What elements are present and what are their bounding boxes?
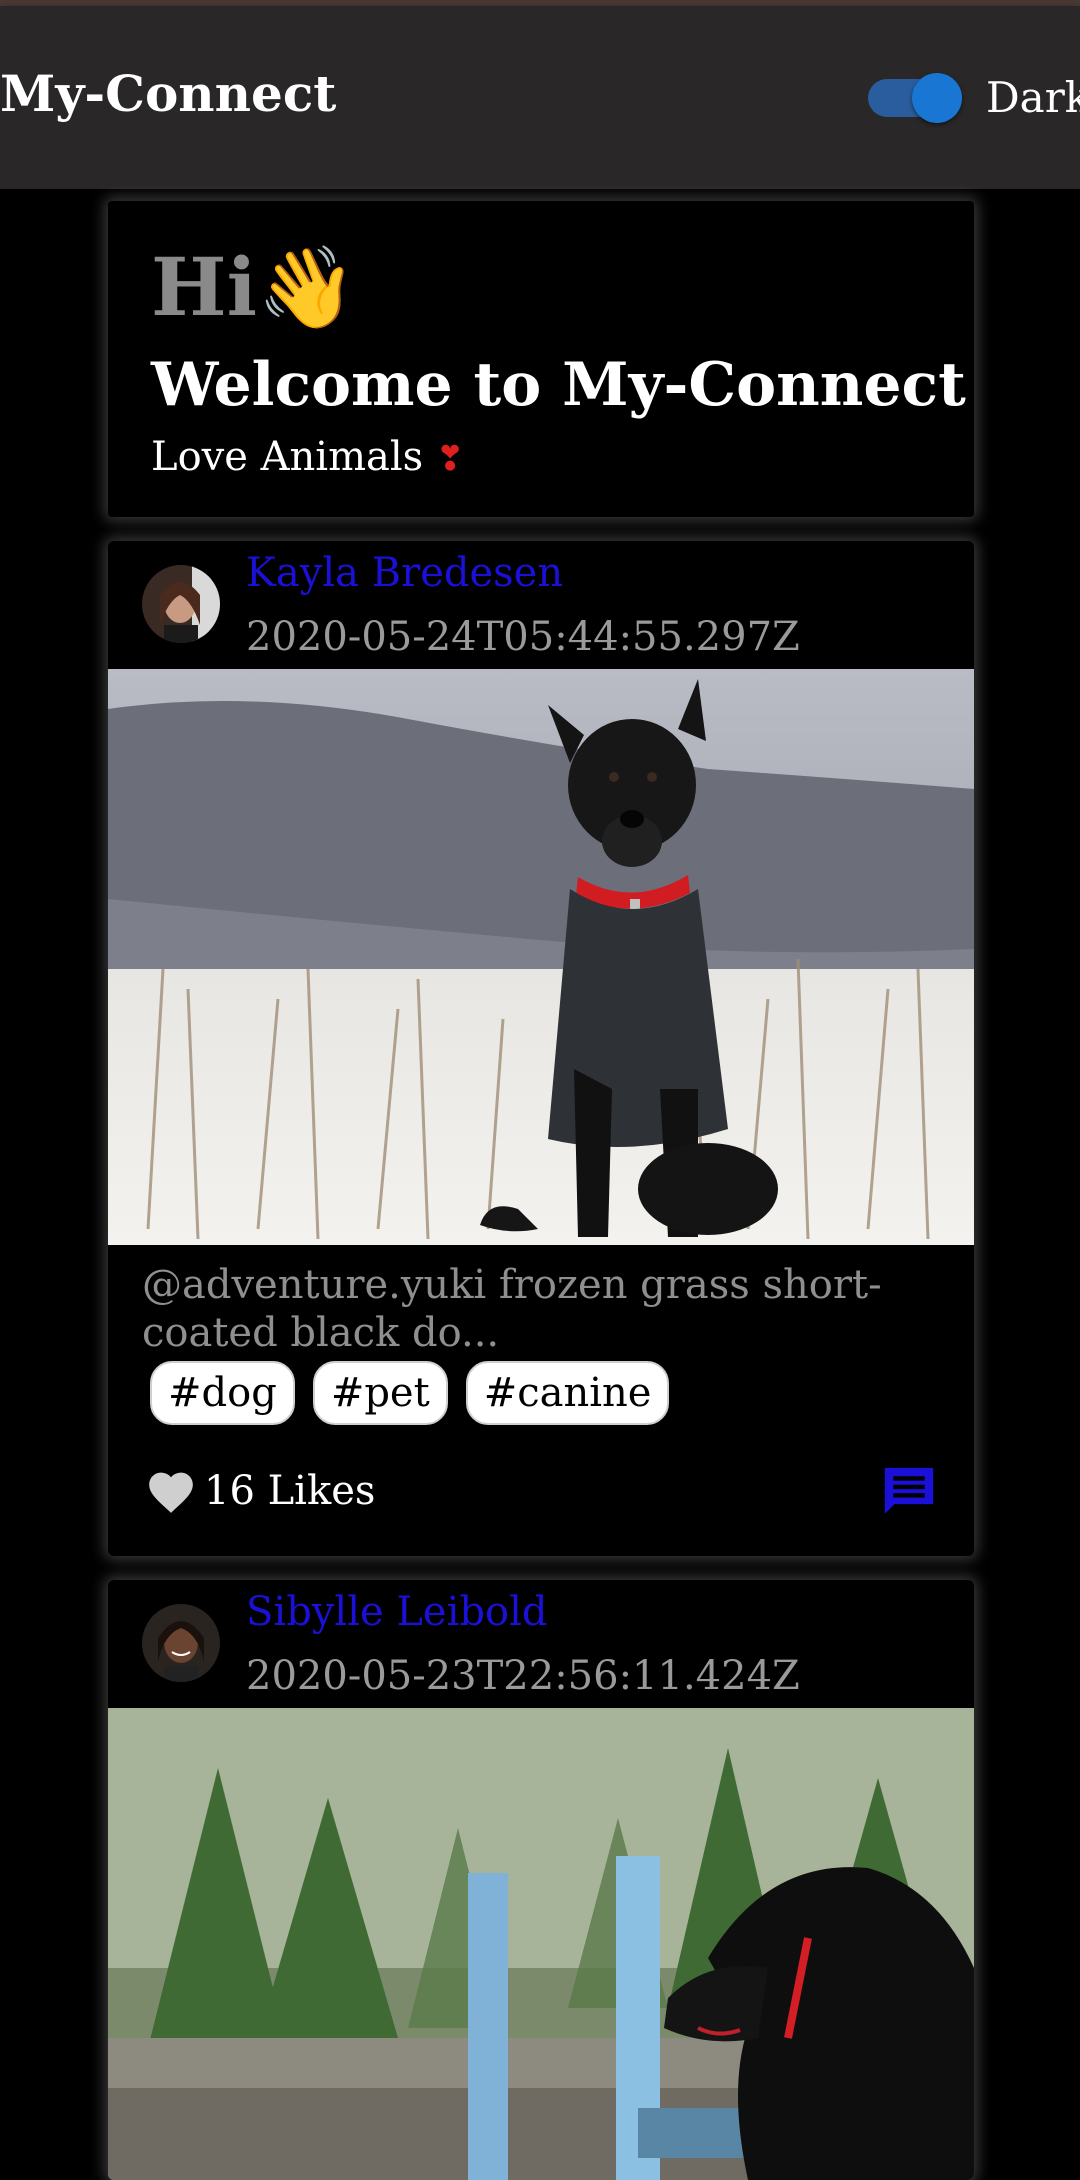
- welcome-card: Hi👋 Welcome to My-Connect Love Animals ❣: [108, 201, 974, 517]
- welcome-subtitle: Love Animals ❣: [151, 429, 464, 487]
- tag-chip[interactable]: #dog: [150, 1361, 295, 1425]
- dog-in-snow-photo: [108, 669, 974, 1245]
- avatar[interactable]: [142, 565, 220, 643]
- welcome-title: Welcome to My-Connect: [151, 350, 966, 420]
- heart-icon[interactable]: [144, 1467, 198, 1515]
- comment-icon[interactable]: [880, 1463, 938, 1521]
- toggle-knob: [912, 73, 962, 123]
- greeting-text: Hi: [151, 240, 257, 334]
- greeting: Hi👋: [151, 237, 357, 337]
- likes-count: 16 Likes: [204, 1468, 376, 1514]
- post-card: Kayla Bredesen 2020-05-24T05:44:55.297Z: [108, 541, 974, 1556]
- post-header: Sibylle Leibold 2020-05-23T22:56:11.424Z: [108, 1580, 974, 1708]
- dark-mode-toggle[interactable]: [868, 73, 962, 123]
- tag-chip[interactable]: #canine: [465, 1361, 670, 1425]
- post-timestamp: 2020-05-23T22:56:11.424Z: [246, 1653, 800, 1699]
- post-header: Kayla Bredesen 2020-05-24T05:44:55.297Z: [108, 541, 974, 669]
- dog-in-forest-photo: [108, 1708, 974, 2180]
- post-card: Sibylle Leibold 2020-05-23T22:56:11.424Z: [108, 1580, 974, 2180]
- subtitle-text: Love Animals: [151, 434, 424, 480]
- post-author[interactable]: Sibylle Leibold: [246, 1586, 547, 1638]
- post-caption: @adventure.yuki frozen grass short-coate…: [142, 1262, 882, 1356]
- app-title: My-Connect: [0, 64, 337, 123]
- likes-row: 16 Likes: [144, 1461, 544, 1521]
- avatar[interactable]: [142, 1604, 220, 1682]
- wave-icon: 👋: [256, 240, 357, 334]
- heart-exclamation-icon: ❣: [435, 439, 465, 479]
- post-author[interactable]: Kayla Bredesen: [246, 547, 563, 599]
- dark-mode-label: Dark: [986, 73, 1080, 122]
- tag-chip[interactable]: #pet: [312, 1361, 448, 1425]
- app-bar: My-Connect Dark: [0, 6, 1080, 189]
- tag-list: #dog #pet #canine: [150, 1361, 670, 1425]
- post-timestamp: 2020-05-24T05:44:55.297Z: [246, 614, 800, 660]
